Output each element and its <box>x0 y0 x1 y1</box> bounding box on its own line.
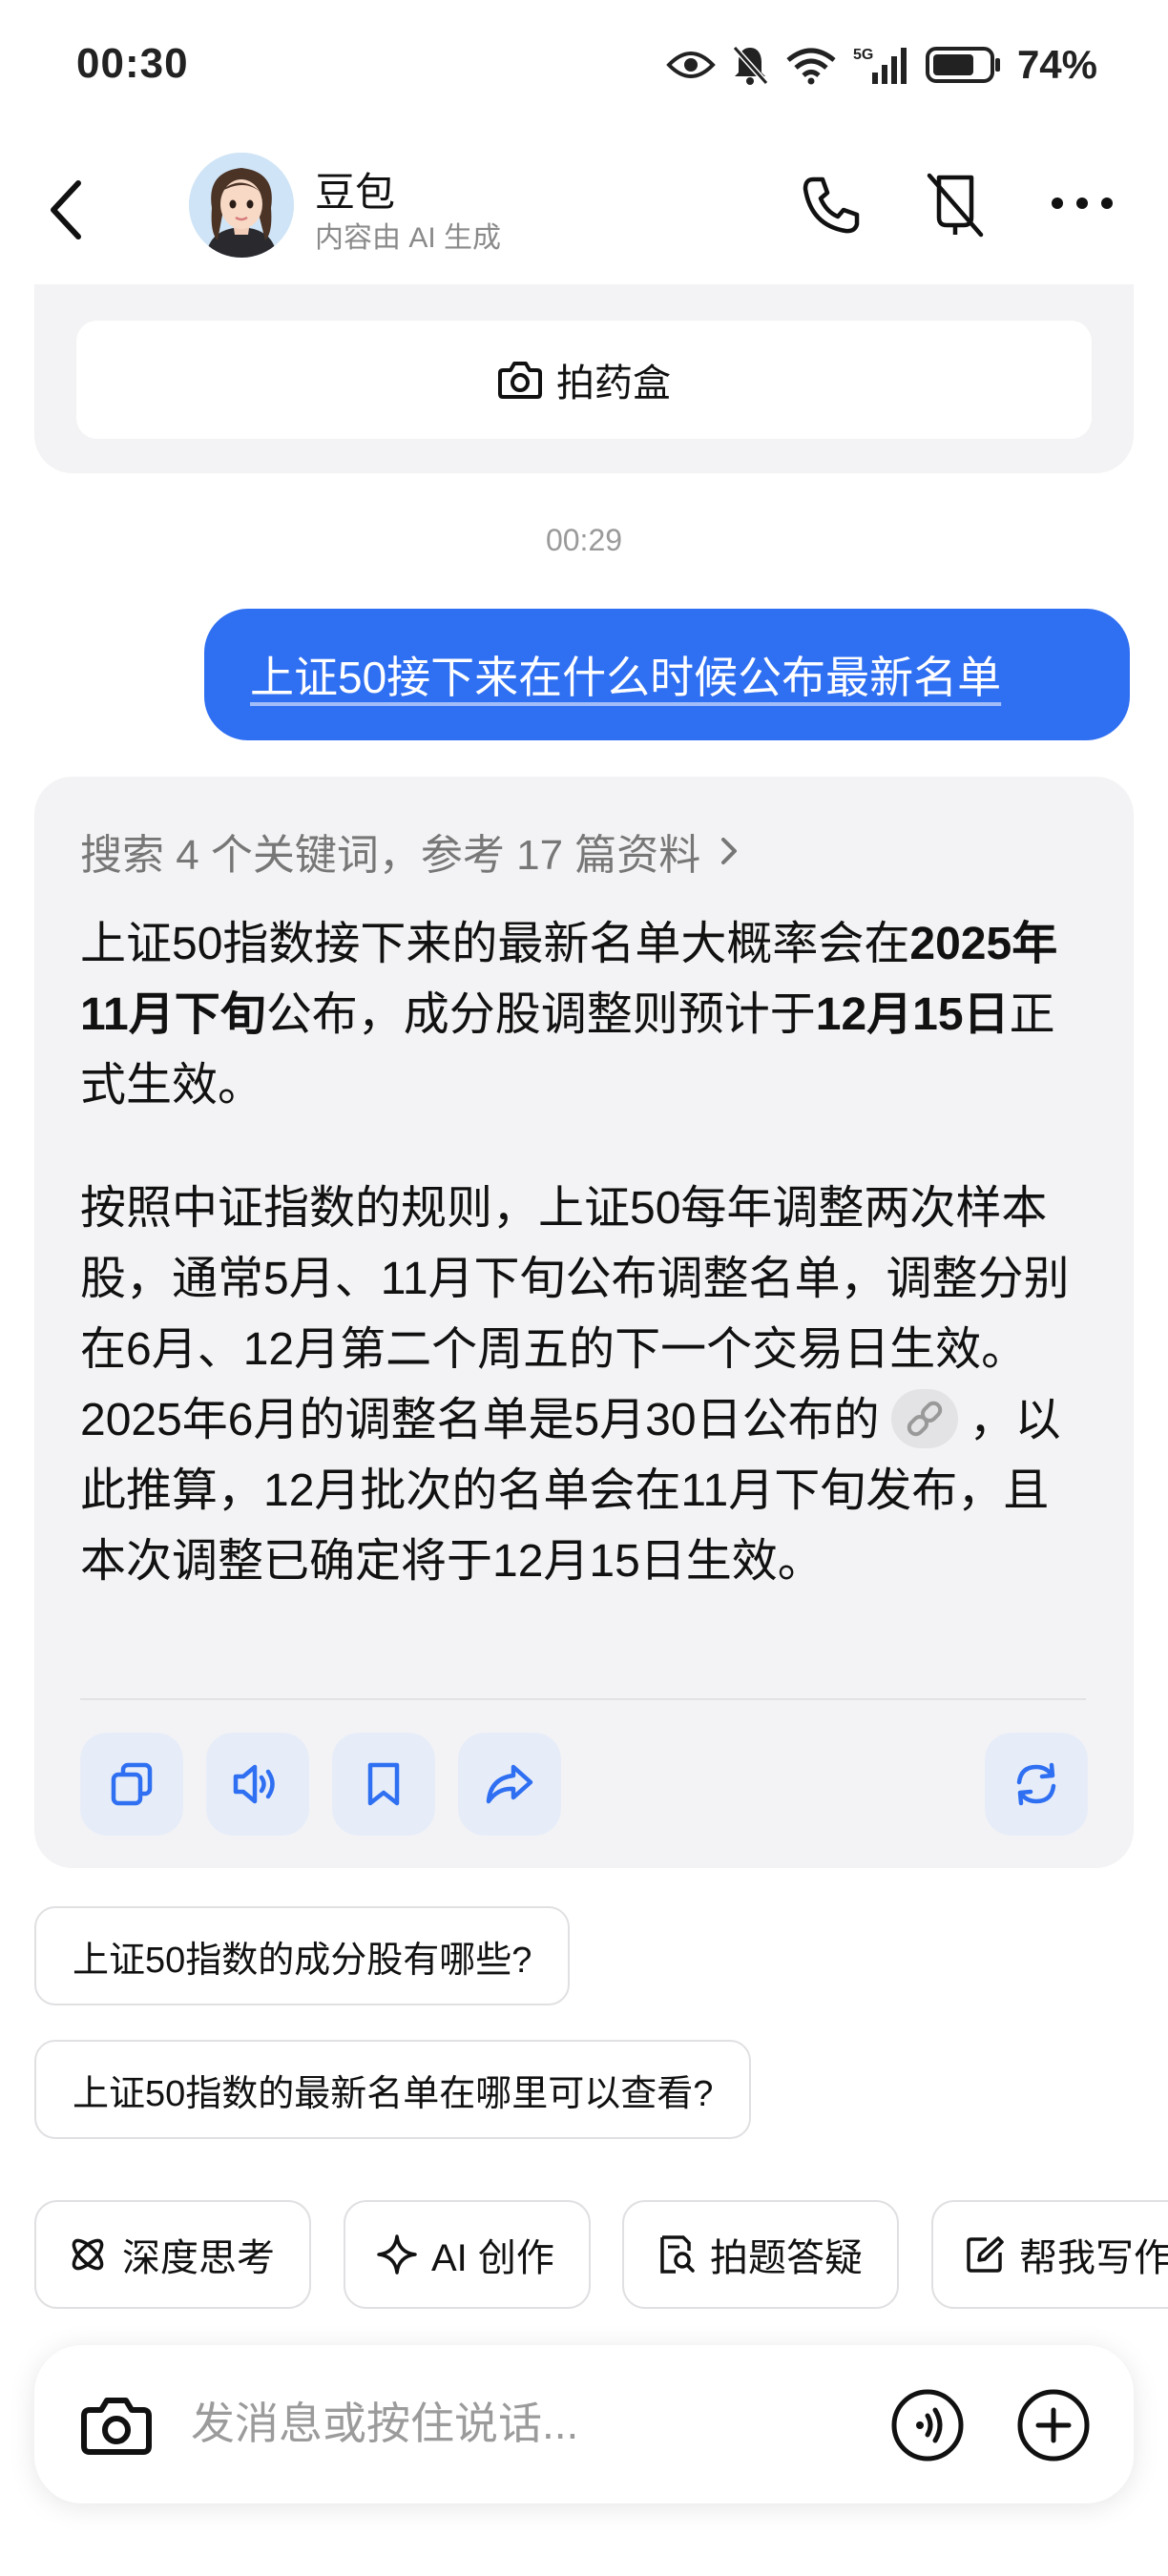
photo-medicine-box-button[interactable]: 拍药盒 <box>76 321 1092 439</box>
more-options-button[interactable] <box>1048 179 1116 227</box>
refresh-icon <box>1016 1762 1056 1806</box>
deep-thinking-chip[interactable]: 深度思考 <box>34 2200 311 2309</box>
camera-icon <box>81 2398 152 2455</box>
suggested-question-text: 上证50指数的最新名单在哪里可以查看? <box>73 2073 714 2114</box>
share-button[interactable] <box>458 1733 561 1836</box>
phone-icon <box>803 177 860 234</box>
search-sources-text: 搜索 4 个关键词，参考 17 篇资料 <box>80 832 701 879</box>
battery-percent: 74% <box>1016 42 1097 87</box>
suggested-question-2[interactable]: 上证50指数的最新名单在哪里可以查看? <box>34 2040 752 2139</box>
eye-icon <box>666 52 716 78</box>
ai-create-label: AI 创作 <box>431 2237 554 2279</box>
link-icon <box>907 1401 942 1437</box>
suggested-question-1[interactable]: 上证50指数的成分股有哪些? <box>34 1906 571 2005</box>
edit-icon <box>967 2236 1004 2273</box>
suggested-question-text: 上证50指数的成分股有哪些? <box>73 1940 532 1981</box>
voice-call-button[interactable] <box>889 2387 966 2463</box>
speaker-icon <box>233 1764 275 1804</box>
status-time: 00:30 <box>76 40 189 87</box>
read-aloud-button[interactable] <box>206 1733 309 1836</box>
message-timestamp: 00:29 <box>545 523 623 557</box>
source-link-chip[interactable] <box>890 1389 958 1448</box>
chevron-right-icon <box>721 838 738 864</box>
battery-icon <box>925 47 1000 83</box>
search-sources-summary[interactable]: 搜索 4 个关键词，参考 17 篇资料 <box>80 821 742 882</box>
answer-text: 公布，成分股调整则预计于 <box>265 989 816 1040</box>
answer-paragraph-1: 上证50指数接下来的最新名单大概率会在2025年11月下旬公布，成分股调整则预计… <box>80 909 1094 1121</box>
call-button[interactable] <box>798 172 865 239</box>
user-message-bubble[interactable]: 上证50接下来在什么时候公布最新名单 <box>204 609 1130 740</box>
photo-question-label: 拍题答疑 <box>710 2237 863 2279</box>
answer-text: 上证50指数接下来的最新名单大概率会在 <box>80 919 910 969</box>
more-dots-icon <box>1052 197 1113 209</box>
voice-wave-icon <box>891 2389 964 2462</box>
sparkle-icon <box>377 2234 417 2275</box>
share-arrow-icon <box>486 1764 533 1804</box>
chat-header: 豆包 内容由 AI 生成 <box>0 134 1168 286</box>
avatar[interactable] <box>189 153 294 258</box>
camera-icon <box>498 362 542 399</box>
atom-icon <box>72 2238 104 2271</box>
plus-icon <box>1017 2389 1090 2462</box>
signal-5g-icon: 5G <box>853 47 907 84</box>
answer-paragraph-2: 按照中证指数的规则，上证50每年调整两次样本股，通常5月、11月下旬公布调整名单… <box>80 1174 1094 1597</box>
svg-text:5G: 5G <box>853 47 873 63</box>
answer-highlight: 12月15日 <box>815 989 1010 1040</box>
wifi-icon <box>786 48 836 85</box>
ai-generated-notice: 内容由 AI 生成 <box>315 222 502 254</box>
photo-medicine-box-label: 拍药盒 <box>556 363 671 405</box>
bookmark-button[interactable] <box>332 1733 435 1836</box>
copy-button[interactable] <box>80 1733 183 1836</box>
document-search-icon <box>660 2235 695 2274</box>
answer-divider <box>80 1698 1086 1700</box>
ai-create-chip[interactable]: AI 创作 <box>344 2200 591 2309</box>
help-me-write-label: 帮我写作 <box>1019 2237 1168 2279</box>
speaker-off-icon <box>927 173 984 238</box>
mute-voice-button[interactable] <box>922 170 989 240</box>
copy-icon <box>111 1762 153 1806</box>
back-button[interactable] <box>42 172 99 248</box>
chevron-left-icon <box>51 180 81 239</box>
avatar-image <box>189 153 294 258</box>
regenerate-button[interactable] <box>985 1733 1088 1836</box>
add-attachment-button[interactable] <box>1015 2387 1092 2463</box>
bot-name: 豆包 <box>315 170 396 215</box>
message-input[interactable] <box>191 2390 859 2457</box>
photo-question-chip[interactable]: 拍题答疑 <box>622 2200 899 2309</box>
status-bar: 00:30 5G 74% <box>0 0 1168 134</box>
bookmark-icon <box>367 1762 400 1806</box>
bell-off-icon <box>732 46 769 85</box>
user-message-text: 上证50接下来在什么时候公布最新名单 <box>250 653 1002 702</box>
status-icons: 5G 74% <box>666 42 1097 88</box>
deep-thinking-label: 深度思考 <box>122 2237 275 2279</box>
camera-button[interactable] <box>76 2385 156 2465</box>
help-me-write-chip[interactable]: 帮我写作 <box>931 2200 1168 2309</box>
